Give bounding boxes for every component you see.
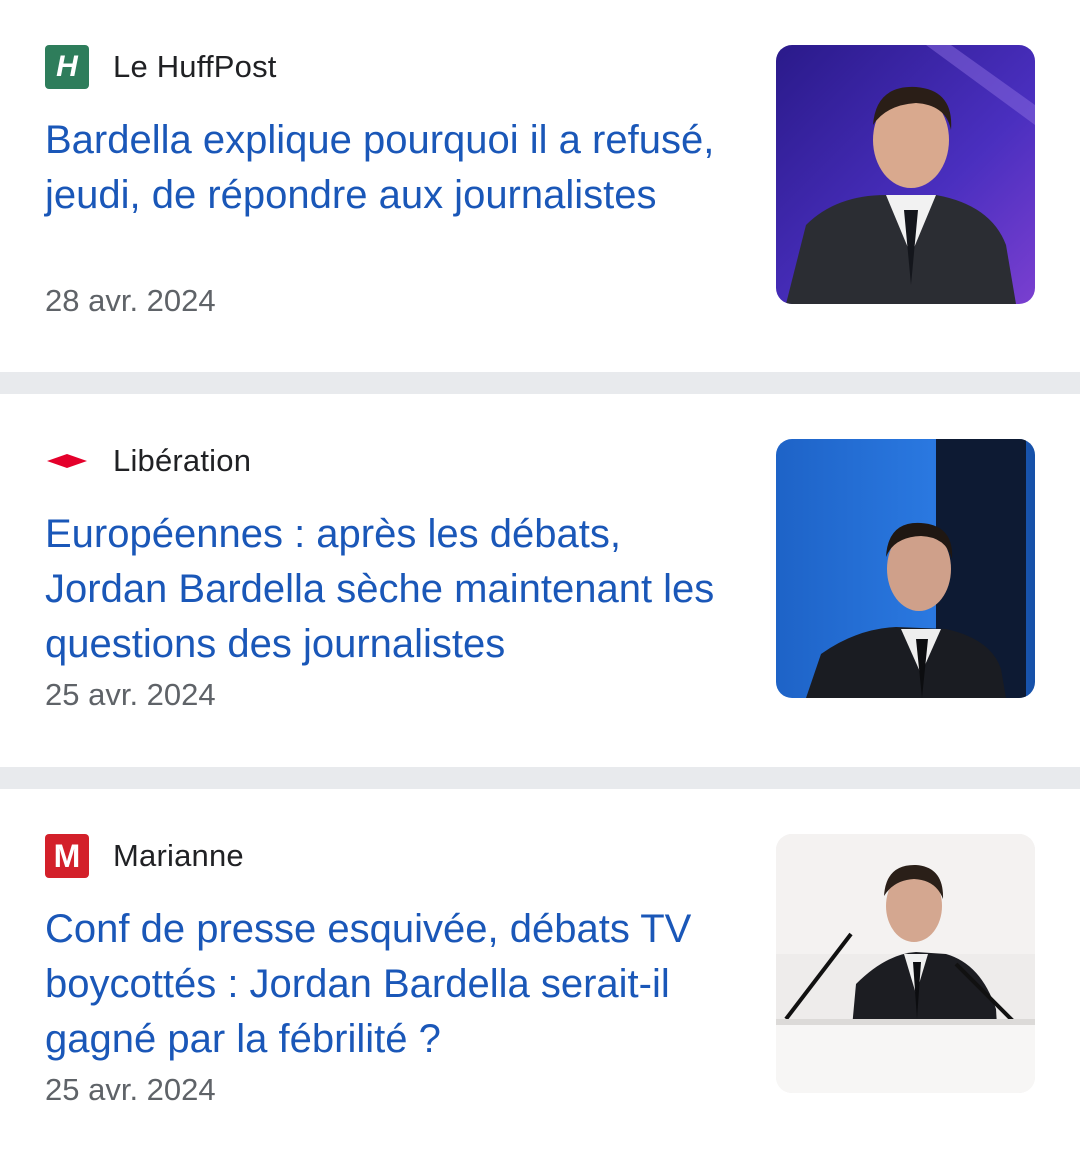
article-headline-link[interactable]: Bardella explique pourquoi il a refusé, …: [45, 113, 745, 223]
card-separator: [0, 767, 1080, 789]
thumbnail-image-person-debate: [776, 439, 1035, 698]
source-name: Le HuffPost: [113, 49, 277, 84]
thumbnail-image-person-studio: [776, 45, 1035, 304]
article-thumbnail[interactable]: [776, 439, 1035, 698]
huffpost-logo-icon: H: [45, 45, 89, 89]
article-headline-link[interactable]: Européennes : après les débats, Jordan B…: [45, 507, 745, 672]
news-card[interactable]: M Marianne Conf de presse esquivée, déba…: [0, 789, 1080, 1155]
article-thumbnail[interactable]: [776, 834, 1035, 1093]
article-date: 25 avr. 2024: [45, 677, 216, 712]
article-date: 28 avr. 2024: [45, 283, 216, 318]
thumbnail-image-person-podium: [776, 834, 1035, 1093]
source-name: Libération: [113, 443, 252, 478]
marianne-logo-icon: M: [45, 834, 89, 878]
source-name: Marianne: [113, 838, 244, 873]
marianne-logo-letter: M: [53, 838, 81, 874]
source-row: M Marianne: [45, 834, 244, 878]
source-row: H Le HuffPost: [45, 45, 277, 89]
article-headline-link[interactable]: Conf de presse esquivée, débats TV boyco…: [45, 902, 745, 1067]
liberation-logo-icon: [45, 439, 89, 483]
news-feed: H Le HuffPost Bardella explique pourquoi…: [0, 0, 1080, 1155]
article-thumbnail[interactable]: [776, 45, 1035, 304]
news-card[interactable]: Libération Européennes : après les débat…: [0, 394, 1080, 767]
article-date: 25 avr. 2024: [45, 1072, 216, 1107]
huffpost-logo-letter: H: [56, 50, 78, 83]
card-separator: [0, 372, 1080, 394]
source-row: Libération: [45, 439, 251, 483]
news-card[interactable]: H Le HuffPost Bardella explique pourquoi…: [0, 0, 1080, 372]
